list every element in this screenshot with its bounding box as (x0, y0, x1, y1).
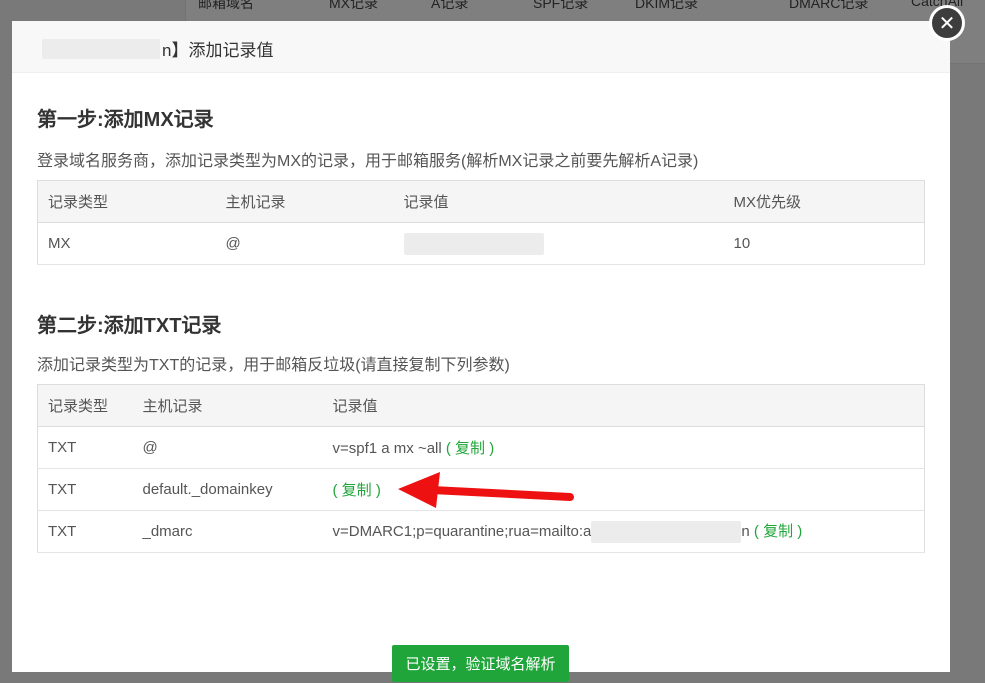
table-row: MX @ 10 (37, 222, 925, 265)
table-header-row: 记录类型 主机记录 记录值 (37, 384, 925, 427)
host-record: default._domainkey (132, 468, 323, 511)
record-value: v=DMARC1;p=quarantine;rua=mailto:a n ( 复制… (322, 510, 925, 553)
step2-title: 第二步:添加TXT记录 (37, 315, 222, 337)
column-header: 记录类型 (37, 384, 133, 427)
mx-record-table: 记录类型 主机记录 记录值 MX优先级 MX @ 10 (37, 180, 925, 265)
record-value (393, 222, 724, 265)
record-value: ( 复制 ) (322, 468, 925, 511)
table-row: TXT _dmarc v=DMARC1;p=quarantine;rua=mai… (37, 510, 925, 553)
record-value: v=spf1 a mx ~all ( 复制 ) (322, 426, 925, 469)
mx-priority: 10 (723, 222, 925, 265)
column-header: 记录值 (322, 384, 925, 427)
dialog-title: n】添加记录值 (42, 36, 273, 61)
record-value-text: v=spf1 a mx ~all (332, 440, 442, 457)
column-header: MX优先级 (723, 180, 925, 223)
record-type: TXT (37, 510, 133, 553)
verify-domain-button[interactable]: 已设置，验证域名解析 (392, 645, 569, 682)
host-record: @ (132, 426, 323, 469)
column-header: 主机记录 (132, 384, 323, 427)
record-value-text: v=DMARC1;p=quarantine;rua=mailto:a (332, 522, 592, 540)
column-header: 主机记录 (215, 180, 394, 223)
host-record: _dmarc (132, 510, 323, 553)
table-row: TXT @ v=spf1 a mx ~all ( 复制 ) (37, 426, 925, 469)
redacted-email (591, 521, 742, 544)
host-record: @ (215, 222, 394, 265)
copy-link[interactable]: ( 复制 ) (333, 482, 381, 499)
table-header-row: 记录类型 主机记录 记录值 MX优先级 (37, 180, 925, 223)
add-records-dialog: n】添加记录值 第一步:添加MX记录 登录域名服务商，添加记录类型为MX的记录，… (12, 21, 950, 682)
copy-link[interactable]: ( 复制 ) (754, 523, 802, 540)
dialog-title-text: n】添加记录值 (162, 41, 274, 60)
table-row: TXT default._domainkey ( 复制 ) (37, 468, 925, 511)
step2-description: 添加记录类型为TXT的记录，用于邮箱反垃圾(请直接复制下列参数) (37, 357, 510, 374)
redacted-value (403, 232, 544, 255)
close-icon[interactable]: ✕ (929, 5, 965, 41)
copy-link[interactable]: ( 复制 ) (446, 440, 494, 457)
record-type: MX (37, 222, 216, 265)
record-type: TXT (37, 426, 133, 469)
record-value-suffix: n (741, 522, 750, 540)
record-type: TXT (37, 468, 133, 511)
column-header: 记录值 (393, 180, 724, 223)
dialog-header: n】添加记录值 (12, 21, 950, 73)
step1-description: 登录域名服务商，添加记录类型为MX的记录，用于邮箱服务(解析MX记录之前要先解析… (37, 153, 699, 170)
redacted-domain (42, 38, 160, 59)
column-header: 记录类型 (37, 180, 216, 223)
txt-record-table: 记录类型 主机记录 记录值 TXT @ v=spf1 a mx ~all ( 复… (37, 384, 925, 553)
step1-title: 第一步:添加MX记录 (37, 109, 214, 131)
